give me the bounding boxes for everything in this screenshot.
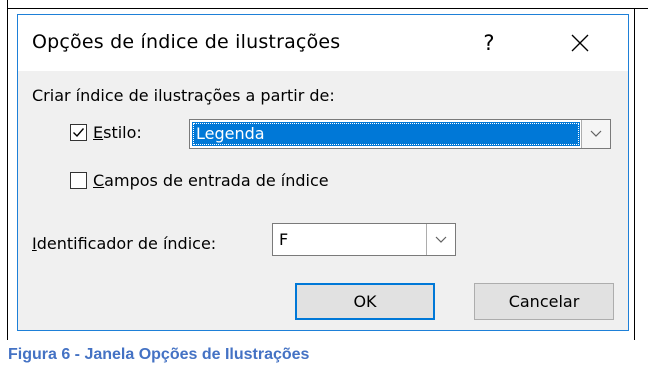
style-select-value: Legenda xyxy=(192,122,580,146)
checkmark-icon xyxy=(73,128,85,138)
fields-checkbox[interactable] xyxy=(70,172,87,189)
style-select-dropdown-button[interactable] xyxy=(581,120,610,148)
identifier-select-dropdown-button[interactable] xyxy=(426,224,455,255)
dialog-titlebar: Opções de índice de ilustrações ? xyxy=(18,15,628,71)
table-of-figures-options-dialog: Opções de índice de ilustrações ? Criar … xyxy=(17,14,629,331)
chevron-down-icon xyxy=(590,130,602,137)
identifier-label: Identificador de índice: xyxy=(32,234,217,253)
style-option: Estilo: xyxy=(70,123,142,142)
identifier-select[interactable]: F xyxy=(272,223,456,256)
fields-checkbox-label: Campos de entrada de índice xyxy=(93,171,329,190)
ok-button[interactable]: OK xyxy=(295,283,435,320)
dialog-title: Opções de índice de ilustrações xyxy=(32,31,341,53)
document-background xyxy=(0,0,648,8)
chevron-down-icon xyxy=(435,236,447,243)
style-checkbox[interactable] xyxy=(70,124,87,141)
close-button[interactable] xyxy=(558,25,602,61)
help-icon: ? xyxy=(483,31,495,55)
close-icon xyxy=(571,34,589,52)
dialog-body: Criar índice de ilustrações a partir de:… xyxy=(18,71,628,330)
figure-caption: Figura 6 - Janela Opções de Ilustrações xyxy=(8,346,310,363)
cancel-button[interactable]: Cancelar xyxy=(474,283,614,320)
identifier-select-value: F xyxy=(279,230,289,249)
help-button[interactable]: ? xyxy=(467,25,511,61)
document-border-top xyxy=(7,8,648,9)
fields-option: Campos de entrada de índice xyxy=(70,171,329,190)
style-select[interactable]: Legenda xyxy=(189,119,611,149)
document-border-right xyxy=(634,8,635,340)
document-border-left xyxy=(7,0,8,340)
group-label: Criar índice de ilustrações a partir de: xyxy=(32,86,335,105)
style-checkbox-label: Estilo: xyxy=(93,123,142,142)
